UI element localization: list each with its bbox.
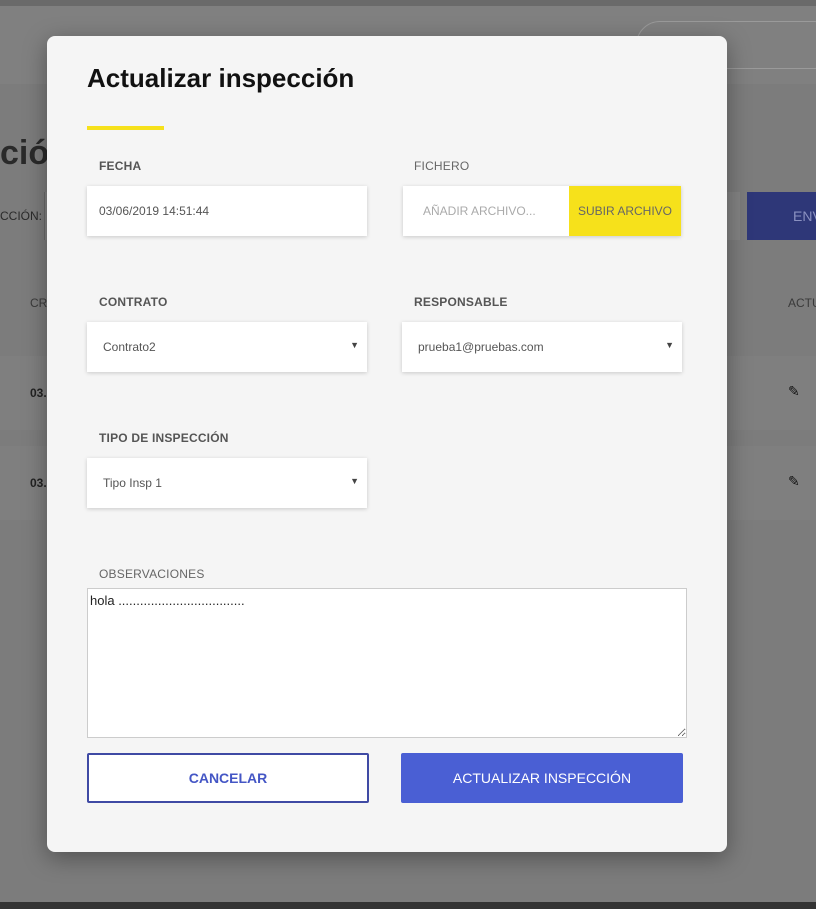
table-header-created: CR	[30, 296, 48, 310]
file-upload-field[interactable]: AÑADIR ARCHIVO... SUBIR ARCHIVO	[403, 186, 681, 236]
row-date: 03.	[30, 476, 47, 490]
responsable-label: RESPONSABLE	[414, 295, 508, 309]
observaciones-textarea[interactable]: hola ...................................	[87, 588, 687, 738]
chevron-down-icon: ▼	[350, 340, 359, 350]
cancel-button[interactable]: CANCELAR	[87, 753, 369, 803]
title-accent-underline	[87, 126, 164, 130]
responsable-value: prueba1@pruebas.com	[418, 340, 544, 354]
page-title: ció	[0, 134, 50, 172]
update-inspection-button[interactable]: ACTUALIZAR INSPECCIÓN	[401, 753, 683, 803]
tipo-label: TIPO DE INSPECCIÓN	[99, 431, 229, 445]
tipo-value: Tipo Insp 1	[103, 476, 162, 490]
fecha-input[interactable]: 03/06/2019 14:51:44	[87, 186, 367, 236]
table-header-actions: ACTU	[788, 296, 816, 310]
fecha-label: FECHA	[99, 159, 142, 173]
contrato-select[interactable]: Contrato2 ▼	[87, 322, 367, 372]
row-date: 03.	[30, 386, 47, 400]
filter-label: CCIÓN:	[0, 209, 42, 223]
contrato-label: CONTRATO	[99, 295, 168, 309]
update-inspection-modal: Actualizar inspección FECHA 03/06/2019 1…	[47, 36, 727, 852]
tipo-select[interactable]: Tipo Insp 1 ▼	[87, 458, 367, 508]
chevron-down-icon: ▼	[665, 340, 674, 350]
fecha-value: 03/06/2019 14:51:44	[99, 204, 210, 218]
page-footer	[0, 902, 816, 909]
contrato-value: Contrato2	[103, 340, 156, 354]
fichero-label: FICHERO	[414, 159, 470, 173]
upload-file-button[interactable]: SUBIR ARCHIVO	[569, 186, 681, 236]
chevron-down-icon: ▼	[350, 476, 359, 486]
modal-title: Actualizar inspección	[87, 63, 355, 93]
file-placeholder: AÑADIR ARCHIVO...	[423, 204, 536, 218]
observaciones-label: OBSERVACIONES	[99, 567, 205, 581]
edit-icon: ✎	[788, 473, 800, 489]
edit-icon: ✎	[788, 383, 800, 399]
responsable-select[interactable]: prueba1@pruebas.com ▼	[402, 322, 682, 372]
send-button: ENV	[747, 192, 816, 240]
